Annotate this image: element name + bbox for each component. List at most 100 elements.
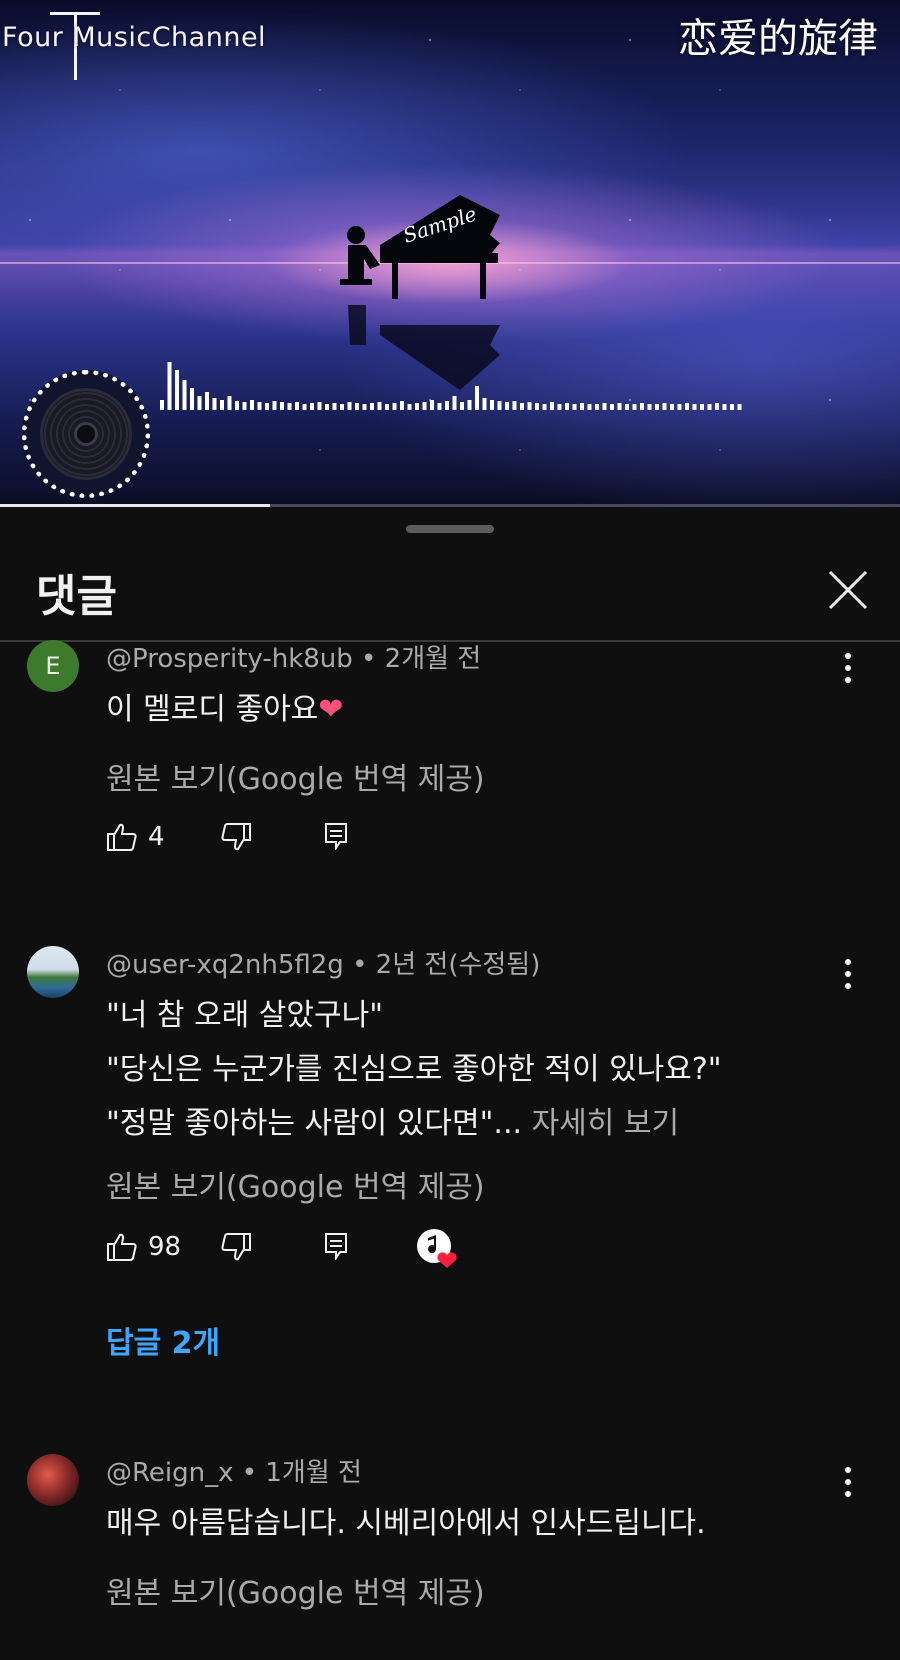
visualizer-bar bbox=[730, 404, 734, 410]
comment-time: 2개월 전 bbox=[384, 644, 482, 674]
view-original-link[interactable]: 원본 보기(Google 번역 제공) bbox=[106, 754, 485, 798]
comment-actions: 4 bbox=[106, 822, 866, 862]
visualizer-bar bbox=[235, 401, 239, 410]
close-icon[interactable] bbox=[826, 568, 870, 612]
visualizer-bar bbox=[595, 404, 599, 410]
visualizer-bar bbox=[512, 401, 517, 410]
more-options-icon[interactable] bbox=[838, 650, 858, 686]
visualizer-bar bbox=[587, 404, 592, 410]
visualizer-bar bbox=[572, 404, 577, 410]
comment-author[interactable]: @Reign_x bbox=[106, 1458, 234, 1488]
comment-text-line: "너 참 오래 살았구나" bbox=[106, 998, 384, 1033]
visualizer-bar bbox=[662, 403, 667, 410]
visualizer-bar bbox=[535, 403, 539, 410]
visualizer-bar bbox=[287, 403, 292, 410]
visualizer-bar bbox=[265, 403, 269, 410]
view-replies-link[interactable]: 답글 2개 bbox=[106, 1318, 220, 1362]
visualizer-bar bbox=[205, 392, 209, 410]
avatar[interactable] bbox=[27, 946, 79, 998]
meta-separator: • bbox=[241, 1458, 266, 1488]
more-options-icon[interactable] bbox=[838, 956, 858, 992]
thumbs-up-icon bbox=[107, 1233, 137, 1261]
visualizer-bar bbox=[362, 404, 367, 410]
visualizer-bar bbox=[317, 402, 322, 410]
read-more-link[interactable]: 자세히 보기 bbox=[532, 1106, 680, 1141]
visualizer-bar bbox=[722, 404, 727, 410]
drag-handle[interactable] bbox=[406, 525, 494, 533]
visualizer-bar bbox=[707, 404, 712, 410]
visualizer-bar bbox=[430, 400, 434, 410]
visualizer-bar bbox=[295, 402, 299, 410]
visualizer-bar bbox=[550, 402, 554, 410]
view-original-link[interactable]: 원본 보기(Google 번역 제공) bbox=[106, 1162, 485, 1206]
visualizer-bar bbox=[377, 402, 382, 410]
visualizer-bar bbox=[422, 402, 427, 410]
visualizer-bar bbox=[505, 402, 509, 410]
comment-author[interactable]: @Prosperity-hk8ub bbox=[106, 644, 353, 674]
visualizer-bar bbox=[610, 404, 614, 410]
visualizer-bar bbox=[190, 388, 194, 410]
visualizer-bar bbox=[212, 398, 217, 410]
like-count: 4 bbox=[148, 822, 165, 852]
avatar[interactable] bbox=[27, 1454, 79, 1506]
visualizer-bar bbox=[520, 403, 524, 410]
visualizer-bar bbox=[415, 403, 419, 410]
dislike-button[interactable] bbox=[220, 822, 252, 852]
visualizer-bar bbox=[310, 403, 314, 410]
comment-text-line: 매우 아름답습니다. 시베리아에서 인사드립니다. bbox=[106, 1506, 706, 1541]
reply-button[interactable] bbox=[324, 822, 348, 850]
audio-visualizer bbox=[160, 362, 742, 410]
visualizer-bar bbox=[302, 404, 307, 410]
visualizer-bar bbox=[242, 402, 247, 410]
comment-time: 2년 전(수정됨) bbox=[375, 950, 541, 980]
song-title: 恋爱的旋律 bbox=[678, 16, 878, 62]
vinyl-disc-icon bbox=[22, 370, 150, 498]
channel-brand-text: Four MusicChannel bbox=[2, 22, 267, 53]
visualizer-bar bbox=[625, 404, 629, 410]
visualizer-bar bbox=[452, 396, 457, 410]
visualizer-bar bbox=[437, 403, 442, 410]
visualizer-bar bbox=[557, 404, 562, 410]
visualizer-bar bbox=[632, 404, 637, 410]
meta-separator: • bbox=[361, 644, 385, 674]
visualizer-bar bbox=[640, 403, 644, 410]
visualizer-bar bbox=[250, 400, 254, 410]
visualizer-bar bbox=[685, 403, 689, 410]
visualizer-bar bbox=[460, 402, 464, 410]
comment-text: 이 멜로디 좋아요❤ bbox=[106, 684, 343, 728]
visualizer-bar bbox=[182, 380, 187, 410]
thumbs-down-icon bbox=[221, 1233, 251, 1261]
visualizer-bar bbox=[400, 401, 404, 410]
view-original-link[interactable]: 원본 보기(Google 번역 제공) bbox=[106, 1568, 485, 1612]
avatar[interactable]: E bbox=[27, 640, 79, 692]
heart-emoji: ❤ bbox=[318, 692, 344, 727]
comment-text-line-content: "정말 좋아하는 사람이 있다면"... bbox=[106, 1106, 523, 1141]
visualizer-bar bbox=[647, 404, 652, 410]
like-button[interactable]: 4 bbox=[106, 822, 165, 852]
thumbs-down-icon bbox=[221, 823, 251, 851]
visualizer-bar bbox=[227, 396, 232, 410]
visualizer-bar bbox=[482, 398, 487, 410]
video-player[interactable]: Four MusicChannel 恋爱的旋律 Sample bbox=[0, 0, 900, 508]
visualizer-bar bbox=[167, 362, 172, 410]
visualizer-bar bbox=[565, 403, 569, 410]
visualizer-bar bbox=[737, 404, 742, 410]
comment-author[interactable]: @user-xq2nh5fl2g bbox=[106, 950, 344, 980]
visualizer-bar bbox=[602, 403, 607, 410]
comment-time: 1개월 전 bbox=[265, 1458, 362, 1488]
thumbs-up-icon bbox=[107, 823, 137, 851]
comment-meta: @Reign_x • 1개월 전 bbox=[106, 1452, 362, 1489]
dislike-button[interactable] bbox=[220, 1232, 252, 1262]
comment-text-line: "정말 좋아하는 사람이 있다면"... 자세히 보기 bbox=[106, 1098, 679, 1142]
more-options-icon[interactable] bbox=[838, 1464, 858, 1500]
visualizer-bar bbox=[655, 404, 659, 410]
like-count: 98 bbox=[148, 1232, 182, 1262]
comment-meta: @user-xq2nh5fl2g • 2년 전(수정됨) bbox=[106, 944, 540, 981]
like-button[interactable]: 98 bbox=[106, 1232, 181, 1262]
video-progress-bar[interactable] bbox=[0, 504, 900, 507]
visualizer-bar bbox=[385, 404, 389, 410]
comments-title: 댓글 bbox=[36, 571, 117, 622]
visualizer-bar bbox=[527, 402, 532, 410]
visualizer-bar bbox=[355, 403, 359, 410]
reply-button[interactable] bbox=[324, 1232, 348, 1260]
